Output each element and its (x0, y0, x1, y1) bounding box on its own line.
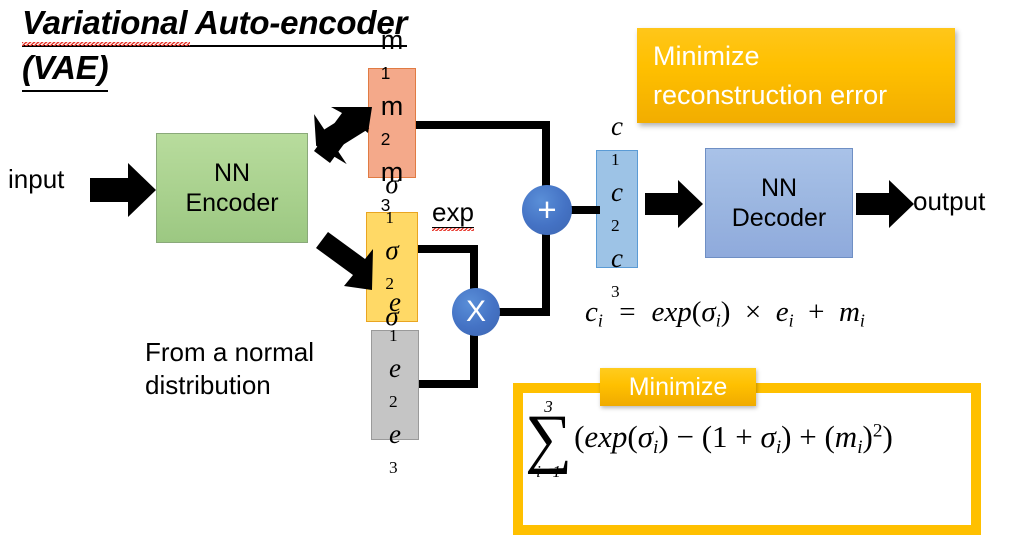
minimize-reconstruction-callout: Minimize reconstruction error (637, 28, 955, 123)
diagram-canvas: Variational Auto-encoder (VAE) input out… (0, 0, 1011, 545)
wire-sigma-horizontal (418, 245, 478, 253)
epsilon-vector-box[interactable]: e1 e2 e3 (371, 287, 419, 477)
normal-distribution-label-line1: From a normal (145, 337, 315, 367)
sum-operator-node[interactable]: + (522, 185, 572, 235)
kl-body: (exp(σi) − (1 + σi) + (mi)2) (574, 418, 893, 458)
exp-label: exp (432, 197, 474, 231)
normal-distribution-label: From a normal distribution (145, 336, 375, 402)
mean-vector-item-1: m1 (380, 25, 404, 83)
minimize-reconstruction-line1: Minimize (653, 41, 760, 71)
code-vector-item-1: c1 (611, 111, 623, 169)
mean-vector-item-2: m2 (380, 91, 404, 149)
plus-icon: + (537, 191, 557, 228)
sampling-equation: ci = exp(σi) × ei + mi (585, 296, 865, 331)
nn-encoder-line2: Encoder (185, 189, 279, 217)
input-label: input (8, 164, 65, 194)
code-vector-item-2: c2 (611, 177, 623, 235)
wire-mean-horizontal (416, 121, 550, 129)
code-vector-box[interactable]: c1 c2 c3 (596, 111, 638, 301)
nn-decoder-line1: NN (760, 174, 798, 202)
minimize-tag: Minimize (600, 368, 756, 406)
minimize-reconstruction-line2: reconstruction error (653, 80, 888, 110)
page-title-line1: Variational Auto-encoder (22, 2, 407, 47)
arrow-decoder-to-output (856, 180, 914, 228)
wire-sum-to-code (570, 206, 600, 214)
arrow-encoder-to-mean (308, 105, 374, 171)
wire-epsilon-vertical (470, 330, 478, 388)
multiply-icon: X (465, 295, 486, 328)
wire-mean-vertical (542, 121, 550, 189)
epsilon-vector-item-1: e1 (389, 287, 401, 345)
kl-divergence-equation: 3 ∑ i=1 (exp(σi) − (1 + σi) + (mi)2) (525, 398, 893, 480)
sigma-summation-icon: ∑ (525, 402, 573, 475)
mean-vector-box[interactable]: m1 m2 m3 (368, 25, 416, 215)
normal-distribution-label-line2: distribution (145, 370, 271, 400)
arrow-input-to-encoder (90, 163, 156, 217)
nn-decoder-line2: Decoder (731, 204, 827, 232)
exp-underline (432, 226, 474, 228)
arrow-encoder-to-sigma (308, 228, 374, 294)
output-label: output (913, 186, 986, 216)
summation-symbol: 3 ∑ i=1 (525, 398, 572, 480)
page-title-line2: (VAE) (22, 47, 109, 92)
arrow-code-to-decoder (645, 180, 703, 228)
nn-decoder-box[interactable]: NN Decoder (705, 148, 853, 258)
epsilon-vector-item-3: e3 (389, 419, 401, 477)
wire-product-vertical (542, 231, 550, 316)
nn-encoder-box[interactable]: NN Encoder (156, 133, 308, 243)
nn-encoder-line1: NN (213, 159, 251, 187)
sum-lower-limit: i=1 (536, 461, 561, 481)
spellcheck-underline-icon (22, 42, 190, 46)
product-operator-node[interactable]: X (452, 288, 500, 336)
epsilon-vector-item-2: e2 (389, 353, 401, 411)
sigma-vector-item-1: σ1 (385, 169, 399, 227)
